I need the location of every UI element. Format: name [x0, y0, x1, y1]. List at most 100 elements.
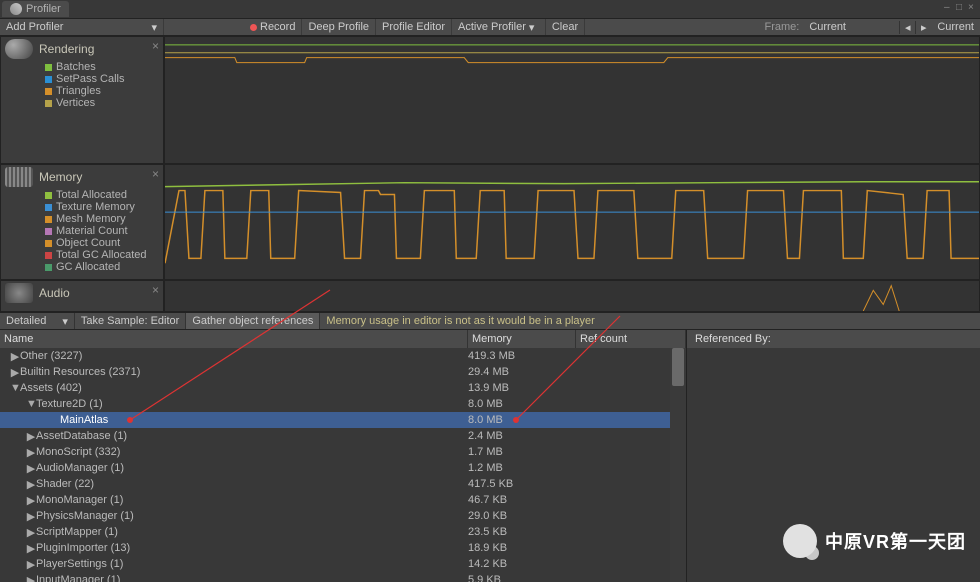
profiler-icon	[10, 3, 22, 15]
legend-item[interactable]: Vertices	[45, 97, 163, 109]
rendering-module: × Rendering BatchesSetPass CallsTriangle…	[0, 36, 164, 164]
profiler-toolbar: Add Profiler ▾ Record Deep Profile Profi…	[0, 18, 980, 36]
audio-title: Audio	[39, 286, 70, 300]
memory-graph[interactable]	[164, 164, 980, 280]
legend-item[interactable]: Triangles	[45, 85, 163, 97]
tree-memory: 8.0 MB	[468, 398, 576, 410]
tree-row[interactable]: ▼Texture2D (1) 8.0 MB	[0, 396, 686, 412]
dropdown-icon: ▾	[529, 21, 539, 34]
deep-profile-button[interactable]: Deep Profile	[302, 19, 376, 35]
detail-mode-dropdown[interactable]: Detailed ▾	[0, 313, 75, 329]
gather-references-button[interactable]: Gather object references	[186, 313, 320, 329]
legend-color-icon	[45, 76, 52, 83]
legend-item[interactable]: Object Count	[45, 237, 163, 249]
tree-memory: 1.2 MB	[468, 462, 576, 474]
expanded-icon[interactable]: ▼	[26, 398, 36, 410]
tree-row[interactable]: ▶PluginImporter (13)18.9 KB	[0, 540, 686, 556]
expanded-icon[interactable]: ▼	[10, 382, 20, 394]
collapsed-icon[interactable]: ▶	[10, 366, 20, 379]
active-profiler-button[interactable]: Active Profiler ▾	[452, 19, 546, 35]
rendering-icon	[5, 39, 33, 59]
legend-item[interactable]: Texture Memory	[45, 201, 163, 213]
current-button[interactable]: Current	[931, 19, 980, 35]
tree-label: PluginImporter (13)	[36, 542, 130, 554]
legend-item[interactable]: Mesh Memory	[45, 213, 163, 225]
rendering-graph[interactable]	[164, 36, 980, 164]
legend-color-icon	[45, 216, 52, 223]
tree-row[interactable]: ▼Assets (402)13.9 MB	[0, 380, 686, 396]
tab-bar: Profiler – □ ×	[0, 0, 980, 18]
legend-item[interactable]: Material Count	[45, 225, 163, 237]
minimize-icon[interactable]: –	[944, 2, 952, 10]
tree-row[interactable]: MainAtlas8.0 MB	[0, 412, 686, 428]
collapsed-icon[interactable]: ▶	[26, 574, 36, 582]
collapsed-icon[interactable]: ▶	[26, 446, 36, 459]
collapsed-icon[interactable]: ▶	[26, 510, 36, 523]
tree-memory: 1.7 MB	[468, 446, 576, 458]
tree-row[interactable]: ▶Other (3227) 419.3 MB	[0, 348, 686, 364]
module-close-icon[interactable]: ×	[152, 39, 159, 53]
next-frame-button[interactable]: ▸	[915, 21, 931, 34]
module-close-icon[interactable]: ×	[152, 283, 159, 297]
tree-row[interactable]: ▶AssetDatabase (1)2.4 MB	[0, 428, 686, 444]
tree-label: Other (3227)	[20, 350, 82, 362]
tree-label: Texture2D (1)	[36, 398, 103, 410]
tree-row[interactable]: ▶InputManager (1)5.9 KB	[0, 572, 686, 582]
memory-title: Memory	[39, 170, 82, 184]
close-icon[interactable]: ×	[968, 2, 976, 10]
collapsed-icon[interactable]: ▶	[26, 494, 36, 507]
clear-button[interactable]: Clear	[546, 19, 585, 35]
legend-label: SetPass Calls	[56, 73, 124, 85]
tree-row[interactable]: ▶AudioManager (1)1.2 MB	[0, 460, 686, 476]
editor-memory-warning: Memory usage in editor is not as it woul…	[320, 315, 594, 327]
legend-item[interactable]: Total GC Allocated	[45, 249, 163, 261]
col-refcount[interactable]: Ref count	[576, 330, 686, 348]
prev-frame-button[interactable]: ◂	[899, 21, 915, 34]
memory-module: × Memory Total AllocatedTexture MemoryMe…	[0, 164, 164, 280]
collapsed-icon[interactable]: ▶	[26, 558, 36, 571]
maximize-icon[interactable]: □	[956, 2, 964, 10]
tree-memory: 8.0 MB	[468, 414, 576, 426]
legend-item[interactable]: Total Allocated	[45, 189, 163, 201]
legend-label: Texture Memory	[56, 201, 135, 213]
record-button[interactable]: Record	[244, 19, 302, 35]
module-close-icon[interactable]: ×	[152, 167, 159, 181]
legend-item[interactable]: Batches	[45, 61, 163, 73]
col-referenced-by: Referenced By:	[687, 330, 775, 348]
profile-editor-button[interactable]: Profile Editor	[376, 19, 452, 35]
tree-row[interactable]: ▶MonoManager (1) 46.7 KB	[0, 492, 686, 508]
scrollbar-thumb[interactable]	[672, 348, 684, 386]
audio-icon	[5, 283, 33, 303]
add-profiler-button[interactable]: Add Profiler ▾	[0, 19, 164, 35]
frame-value: Current	[809, 21, 899, 33]
audio-graph[interactable]	[164, 280, 980, 312]
tree-memory: 46.7 KB	[468, 494, 576, 506]
tree-memory: 23.5 KB	[468, 526, 576, 538]
tree-label: MonoManager (1)	[36, 494, 123, 506]
legend-item[interactable]: GC Allocated	[45, 261, 163, 273]
legend-label: GC Allocated	[56, 261, 120, 273]
take-sample-button[interactable]: Take Sample: Editor	[75, 313, 186, 329]
tree-label: AssetDatabase (1)	[36, 430, 127, 442]
vertical-scrollbar[interactable]	[670, 348, 686, 582]
tree-row[interactable]: ▶PhysicsManager (1)29.0 KB	[0, 508, 686, 524]
legend-item[interactable]: SetPass Calls	[45, 73, 163, 85]
collapsed-icon[interactable]: ▶	[26, 462, 36, 475]
tree-row[interactable]: ▶MonoScript (332)1.7 MB	[0, 444, 686, 460]
col-memory[interactable]: Memory	[468, 330, 576, 348]
tree-row[interactable]: ▶PlayerSettings (1)14.2 KB	[0, 556, 686, 572]
tree-memory: 419.3 MB	[468, 350, 576, 362]
memory-legend: Total AllocatedTexture MemoryMesh Memory…	[1, 189, 163, 277]
tree-row[interactable]: ▶ScriptMapper (1) 23.5 KB	[0, 524, 686, 540]
collapsed-icon[interactable]: ▶	[26, 430, 36, 443]
tree-row[interactable]: ▶Shader (22)417.5 KB	[0, 476, 686, 492]
legend-label: Total GC Allocated	[56, 249, 147, 261]
tree-row[interactable]: ▶Builtin Resources (2371)29.4 MB	[0, 364, 686, 380]
col-name[interactable]: Name	[0, 330, 468, 348]
tree-label: ScriptMapper (1)	[36, 526, 118, 538]
collapsed-icon[interactable]: ▶	[10, 350, 20, 363]
collapsed-icon[interactable]: ▶	[26, 526, 36, 539]
collapsed-icon[interactable]: ▶	[26, 542, 36, 555]
collapsed-icon[interactable]: ▶	[26, 478, 36, 491]
tab-profiler[interactable]: Profiler	[2, 1, 69, 17]
